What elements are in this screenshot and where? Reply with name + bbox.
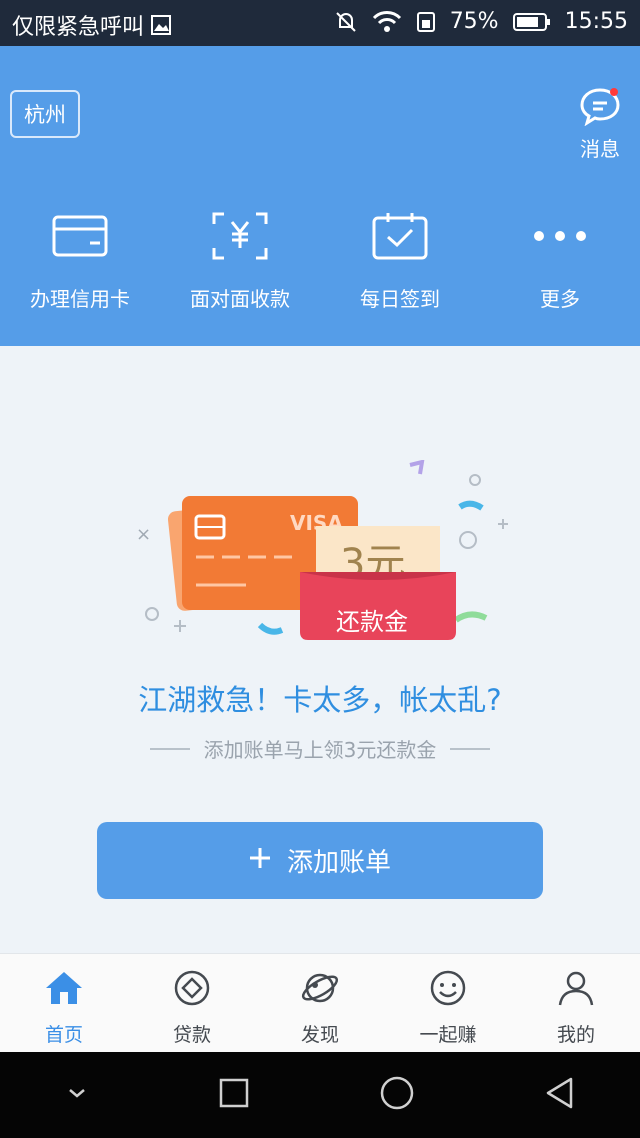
quick-action-face-pay[interactable]: 面对面收款 <box>160 211 320 321</box>
quick-action-checkin[interactable]: 每日签到 <box>320 211 480 321</box>
tab-loan[interactable]: 贷款 <box>128 954 256 1053</box>
status-bar: 仅限紧急呼叫 75% 15:55 <box>0 0 640 46</box>
quick-actions: 办理信用卡 面对面收款 每日签到 更多 <box>0 211 640 321</box>
tab-earn-together[interactable]: 一起赚 <box>384 954 512 1053</box>
battery-icon <box>512 12 551 32</box>
chat-bubble-icon <box>579 88 621 131</box>
home-icon <box>0 968 128 1008</box>
tab-label: 发现 <box>300 1024 339 1046</box>
smile-icon <box>384 968 512 1008</box>
promo-illustration: × VISA 3元 还款金 <box>130 459 520 660</box>
coupon-label: 还款金 <box>336 608 408 636</box>
credit-card-icon <box>0 211 160 261</box>
quick-action-label: 办理信用卡 <box>30 287 130 311</box>
tab-home[interactable]: 首页 <box>0 954 128 1053</box>
bottom-tab-bar: 首页 贷款 发现 一起赚 我的 <box>0 953 640 1053</box>
tab-label: 贷款 <box>172 1024 211 1046</box>
user-icon <box>512 968 640 1008</box>
loan-icon <box>128 968 256 1008</box>
messages-label: 消息 <box>580 137 620 161</box>
messages-button[interactable]: 消息 <box>570 86 630 162</box>
quick-action-more[interactable]: 更多 <box>480 211 640 321</box>
plus-icon <box>249 846 271 876</box>
planet-icon <box>256 968 384 1008</box>
quick-action-label: 每日签到 <box>360 287 440 311</box>
promo-subline: 添加账单马上领3元还款金 <box>203 738 437 762</box>
quick-action-label: 面对面收款 <box>190 287 290 311</box>
tab-label: 我的 <box>556 1024 595 1046</box>
city-selector-button[interactable]: 杭州 <box>10 90 80 138</box>
more-dots-icon <box>480 211 640 261</box>
tab-label: 首页 <box>44 1024 83 1046</box>
clock: 15:55 <box>564 9 628 34</box>
divider <box>450 747 491 750</box>
back-triangle-icon[interactable] <box>544 1076 576 1114</box>
quick-action-label: 更多 <box>540 287 580 311</box>
system-nav-bar <box>0 1052 640 1138</box>
add-bill-button[interactable]: 添加账单 <box>97 822 543 899</box>
battery-percent: 75% <box>449 9 499 34</box>
home-circle-icon[interactable] <box>379 1075 415 1115</box>
promo-subline-row: 添加账单马上领3元还款金 <box>0 734 640 763</box>
sim-icon <box>416 11 436 33</box>
promo-headline: 江湖救急！卡太多，帐太乱? <box>138 683 502 717</box>
add-bill-label: 添加账单 <box>286 848 391 878</box>
tab-label: 一起赚 <box>419 1024 477 1046</box>
header: 杭州 消息 办理信用卡 面对面收款 每日签到 更多 <box>0 46 640 346</box>
image-notification-icon <box>150 14 172 36</box>
calendar-check-icon <box>320 211 480 261</box>
recents-square-icon[interactable] <box>218 1077 250 1113</box>
tab-profile[interactable]: 我的 <box>512 954 640 1053</box>
divider <box>149 747 190 750</box>
carrier-text: 仅限紧急呼叫 <box>12 15 145 40</box>
coupon-graphic: 3元 还款金 <box>300 526 456 640</box>
quick-action-apply-card[interactable]: 办理信用卡 <box>0 211 160 321</box>
svg-text:×: × <box>136 524 151 545</box>
scan-yen-icon <box>160 211 320 261</box>
tab-discover[interactable]: 发现 <box>256 954 384 1053</box>
wifi-icon <box>372 10 402 34</box>
mute-icon <box>334 10 358 34</box>
chevron-down-icon[interactable] <box>65 1085 89 1105</box>
